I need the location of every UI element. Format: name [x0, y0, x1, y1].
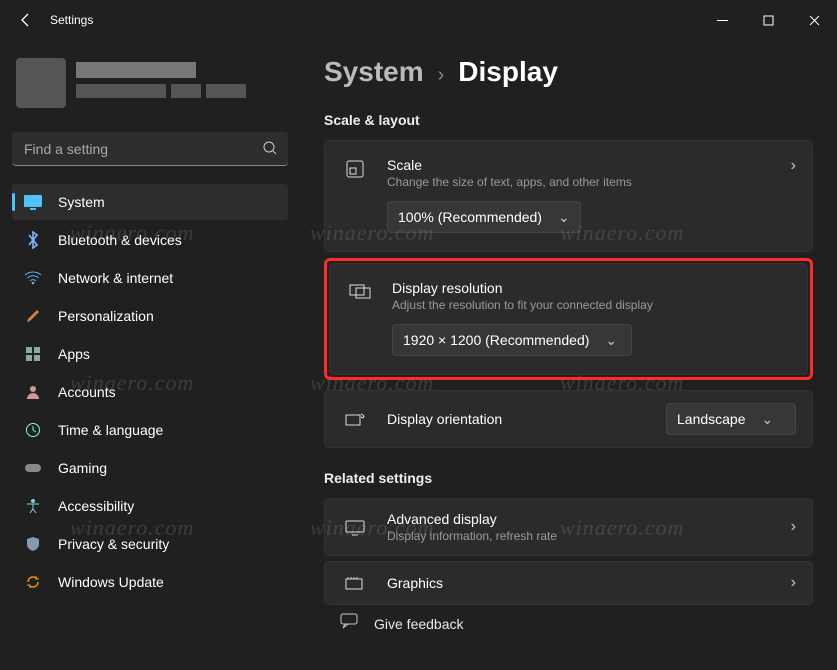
nav-label: Personalization	[58, 308, 154, 324]
nav-label: Accounts	[58, 384, 116, 400]
user-account-block[interactable]	[16, 54, 288, 114]
nav-label: Bluetooth & devices	[58, 232, 182, 248]
link-label: Give feedback	[374, 616, 464, 632]
card-advanced-display[interactable]: Advanced display Display information, re…	[324, 498, 813, 556]
card-title: Graphics	[387, 575, 791, 591]
nav: System Bluetooth & devices Network & int…	[12, 184, 288, 600]
nav-item-bluetooth[interactable]: Bluetooth & devices	[12, 222, 288, 258]
nav-item-privacy[interactable]: Privacy & security	[12, 526, 288, 562]
brush-icon	[22, 305, 44, 327]
chevron-down-icon: ⌄	[762, 411, 774, 428]
nav-label: Gaming	[58, 460, 107, 476]
wifi-icon	[22, 267, 44, 289]
nav-item-personalization[interactable]: Personalization	[12, 298, 288, 334]
minimize-icon	[717, 15, 728, 26]
card-subtitle: Display information, refresh rate	[387, 529, 791, 543]
clock-icon	[22, 419, 44, 441]
card-resolution[interactable]: Display resolution Adjust the resolution…	[329, 263, 808, 375]
window-controls	[699, 0, 837, 40]
give-feedback-link[interactable]: Give feedback	[324, 613, 813, 634]
gaming-icon	[22, 457, 44, 479]
close-icon	[809, 15, 820, 26]
card-subtitle: Adjust the resolution to fit your connec…	[392, 298, 791, 312]
bluetooth-icon	[22, 229, 44, 251]
nav-item-accessibility[interactable]: Accessibility	[12, 488, 288, 524]
breadcrumb-current: Display	[458, 56, 558, 88]
chevron-right-icon: ›	[791, 157, 796, 175]
section-related: Related settings	[324, 470, 813, 486]
chevron-right-icon: ›	[791, 518, 796, 536]
close-button[interactable]	[791, 0, 837, 40]
orientation-icon	[341, 411, 369, 429]
main-content: System › Display Scale & layout Scale Ch…	[300, 40, 837, 670]
nav-label: Apps	[58, 346, 90, 362]
chevron-down-icon: ⌄	[605, 332, 617, 349]
back-button[interactable]	[8, 2, 44, 38]
accessibility-icon	[22, 495, 44, 517]
feedback-icon	[340, 613, 358, 634]
resolution-icon	[346, 282, 374, 300]
display-icon	[22, 191, 44, 213]
chevron-right-icon: ›	[791, 574, 796, 592]
window-title: Settings	[50, 13, 93, 27]
chevron-down-icon: ⌄	[558, 209, 570, 226]
nav-label: Accessibility	[58, 498, 134, 514]
nav-label: Windows Update	[58, 574, 164, 590]
graphics-icon	[341, 576, 369, 592]
section-scale-layout: Scale & layout	[324, 112, 813, 128]
card-title: Display resolution	[392, 280, 791, 296]
breadcrumb: System › Display	[324, 56, 813, 88]
card-orientation[interactable]: Display orientation Landscape ⌄	[324, 390, 813, 448]
person-icon	[22, 381, 44, 403]
dropdown-value: Landscape	[677, 411, 746, 427]
nav-label: Network & internet	[58, 270, 173, 286]
dropdown-value: 100% (Recommended)	[398, 209, 542, 225]
nav-item-accounts[interactable]: Accounts	[12, 374, 288, 410]
chevron-right-icon: ›	[438, 64, 445, 87]
card-title: Scale	[387, 157, 791, 173]
nav-item-update[interactable]: Windows Update	[12, 564, 288, 600]
arrow-left-icon	[18, 12, 34, 28]
sidebar: System Bluetooth & devices Network & int…	[0, 40, 300, 670]
card-subtitle: Change the size of text, apps, and other…	[387, 175, 791, 189]
card-title: Display orientation	[387, 411, 666, 427]
minimize-button[interactable]	[699, 0, 745, 40]
nav-item-network[interactable]: Network & internet	[12, 260, 288, 296]
apps-icon	[22, 343, 44, 365]
nav-item-time[interactable]: Time & language	[12, 412, 288, 448]
nav-label: System	[58, 194, 105, 210]
maximize-icon	[763, 15, 774, 26]
scale-dropdown[interactable]: 100% (Recommended) ⌄	[387, 201, 581, 233]
update-icon	[22, 571, 44, 593]
breadcrumb-root[interactable]: System	[324, 56, 424, 88]
nav-label: Privacy & security	[58, 536, 169, 552]
titlebar: Settings	[0, 0, 837, 40]
search-container	[12, 132, 288, 166]
card-scale[interactable]: Scale Change the size of text, apps, and…	[324, 140, 813, 252]
search-icon	[262, 140, 278, 161]
dropdown-value: 1920 × 1200 (Recommended)	[403, 332, 589, 348]
orientation-dropdown[interactable]: Landscape ⌄	[666, 403, 796, 435]
shield-icon	[22, 533, 44, 555]
search-input[interactable]	[12, 132, 288, 166]
nav-item-apps[interactable]: Apps	[12, 336, 288, 372]
highlight-box: Display resolution Adjust the resolution…	[324, 258, 813, 380]
card-title: Advanced display	[387, 511, 791, 527]
nav-item-system[interactable]: System	[12, 184, 288, 220]
maximize-button[interactable]	[745, 0, 791, 40]
scale-icon	[341, 159, 369, 179]
nav-item-gaming[interactable]: Gaming	[12, 450, 288, 486]
card-graphics[interactable]: Graphics ›	[324, 561, 813, 605]
resolution-dropdown[interactable]: 1920 × 1200 (Recommended) ⌄	[392, 324, 632, 356]
monitor-icon	[341, 520, 369, 536]
nav-label: Time & language	[58, 422, 163, 438]
